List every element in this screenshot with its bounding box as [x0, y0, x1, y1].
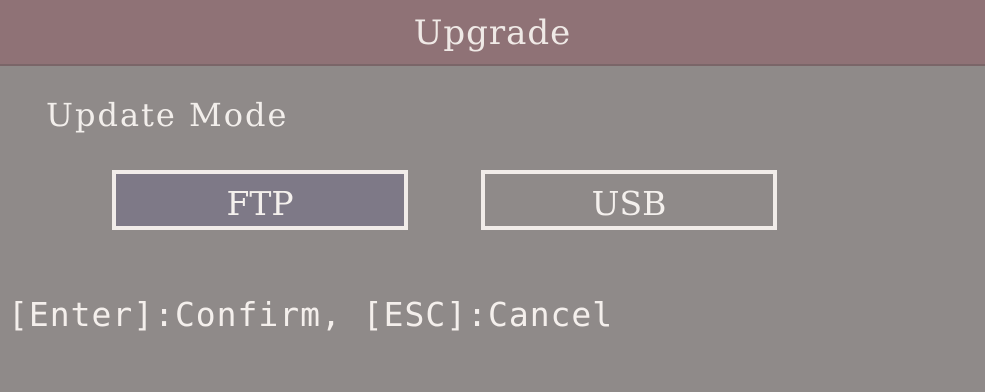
dialog-title: Upgrade [413, 13, 572, 53]
keyboard-hint: [Enter]:Confirm, [ESC]:Cancel [8, 295, 614, 334]
upgrade-dialog: Upgrade Update Mode FTP USB [Enter]:Conf… [0, 0, 985, 392]
update-mode-label: Update Mode [46, 96, 289, 134]
title-bar: Upgrade [0, 0, 985, 66]
ftp-button-label: FTP [226, 184, 294, 223]
usb-button[interactable]: USB [481, 170, 777, 230]
usb-button-label: USB [591, 184, 667, 223]
ftp-button[interactable]: FTP [112, 170, 408, 230]
